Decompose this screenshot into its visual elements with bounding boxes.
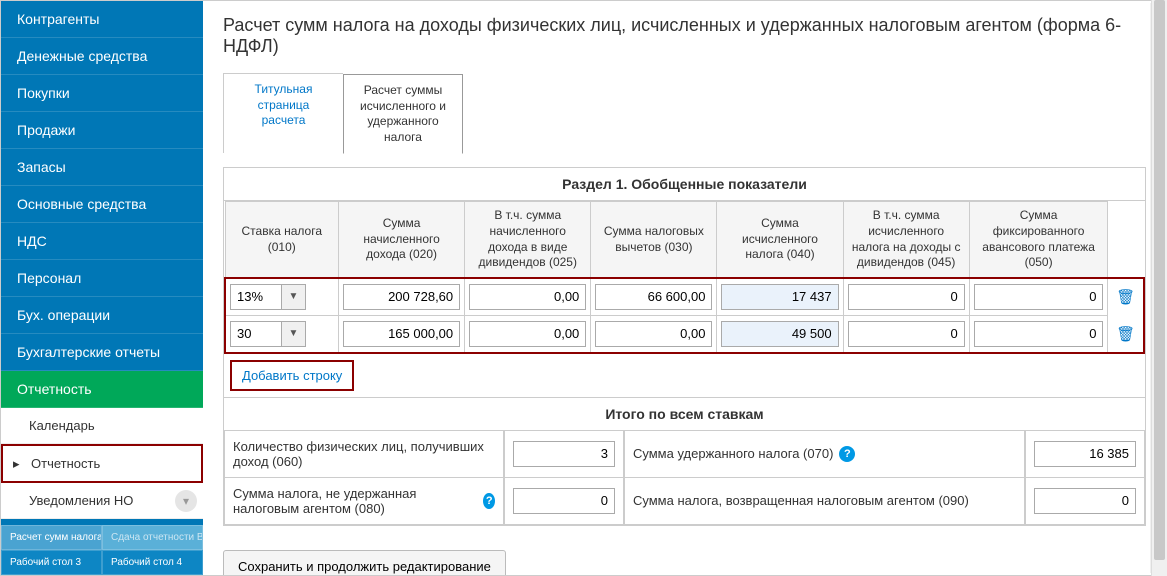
advance-input[interactable] [974, 284, 1104, 310]
div-income-input[interactable] [469, 321, 586, 347]
trash-icon[interactable]: 🗑 [1108, 278, 1144, 316]
income-input[interactable] [343, 321, 460, 347]
totals-title: Итого по всем ставкам [224, 397, 1145, 431]
section-1: Раздел 1. Обобщенные показатели Ставка н… [223, 167, 1146, 525]
col-rate: Ставка налога (010) [225, 202, 339, 278]
sub-notifications[interactable]: Уведомления НО ▾ [1, 483, 203, 519]
col-advance: Сумма фиксированного авансового платежа … [969, 202, 1108, 278]
rate-table: Ставка налога (010) Сумма начисленного д… [224, 201, 1145, 353]
totals-grid: Количество физических лиц, получивших до… [224, 431, 1145, 525]
nav-contractors[interactable]: Контрагенты [1, 1, 203, 38]
trash-icon[interactable]: 🗑 [1108, 315, 1144, 353]
table-row: ▼ 🗑 [225, 315, 1144, 353]
col-income: Сумма начисленного дохода (020) [339, 202, 465, 278]
label-returned: Сумма налога, возвращенная налоговым аге… [624, 478, 1025, 525]
rate-select[interactable]: ▼ [230, 321, 334, 347]
save-continue-button[interactable]: Сохранить и продолжить редактирование [223, 550, 506, 575]
bottom-tabs: Расчет сумм налога на Сдача отчетности В… [1, 525, 203, 575]
div-tax-input[interactable] [848, 321, 965, 347]
help-icon[interactable]: ? [839, 446, 855, 462]
nav-sales[interactable]: Продажи [1, 112, 203, 149]
outer-scrollbar[interactable] [1151, 0, 1167, 576]
nav-fixed-assets[interactable]: Основные средства [1, 186, 203, 223]
col-deductions: Сумма налоговых вычетов (030) [591, 202, 717, 278]
not-withheld-input[interactable] [513, 488, 615, 514]
bottom-tab-4[interactable]: Рабочий стол 4 [102, 550, 203, 575]
col-div-tax: В т.ч. сумма исчисленного налога на дохо… [843, 202, 969, 278]
persons-input[interactable] [513, 441, 615, 467]
table-row: ▼ 🗑 [225, 278, 1144, 316]
rate-input[interactable] [230, 284, 282, 310]
nav-purchases[interactable]: Покупки [1, 75, 203, 112]
tax-input[interactable] [721, 321, 838, 347]
bottom-tab-3[interactable]: Рабочий стол 3 [1, 550, 102, 575]
tax-input[interactable] [721, 284, 838, 310]
sub-calendar[interactable]: Календарь [1, 408, 203, 444]
chevron-down-icon[interactable]: ▼ [282, 284, 306, 310]
income-input[interactable] [343, 284, 460, 310]
label-withheld: Сумма удержанного налога (070)? [624, 431, 1025, 478]
div-tax-input[interactable] [848, 284, 965, 310]
outer-scrollbar-thumb[interactable] [1154, 0, 1165, 560]
rate-input[interactable] [230, 321, 282, 347]
nav-personnel[interactable]: Персонал [1, 260, 203, 297]
nav-accounting-reports[interactable]: Бухгалтерские отчеты [1, 334, 203, 371]
col-div-income: В т.ч. сумма начисленного дохода в виде … [465, 202, 591, 278]
label-not-withheld: Сумма налога, не удержанная налоговым аг… [224, 478, 504, 525]
add-row-button[interactable]: Добавить строку [230, 360, 354, 391]
page-title: Расчет сумм налога на доходы физических … [223, 15, 1146, 57]
tab-calc[interactable]: Расчет суммы исчисленного и удержанного … [343, 74, 463, 154]
section-1-title: Раздел 1. Обобщенные показатели [224, 168, 1145, 201]
returned-input[interactable] [1034, 488, 1136, 514]
bottom-tab-2[interactable]: Сдача отчетности Все [102, 525, 203, 550]
chevron-down-icon[interactable]: ▼ [282, 321, 306, 347]
main-content: Расчет сумм налога на доходы физических … [203, 1, 1166, 575]
nav-inventory[interactable]: Запасы [1, 149, 203, 186]
nav-cash[interactable]: Денежные средства [1, 38, 203, 75]
scroll-down-icon[interactable]: ▾ [175, 490, 197, 512]
deductions-input[interactable] [595, 321, 712, 347]
label-persons: Количество физических лиц, получивших до… [224, 431, 504, 478]
tab-title-page[interactable]: Титульная страница расчета [223, 73, 343, 153]
nav-vat[interactable]: НДС [1, 223, 203, 260]
withheld-input[interactable] [1034, 441, 1136, 467]
advance-input[interactable] [974, 321, 1104, 347]
nav-accounting-ops[interactable]: Бух. операции [1, 297, 203, 334]
col-tax: Сумма исчисленного налога (040) [717, 202, 843, 278]
sidebar: Контрагенты Денежные средства Покупки Пр… [1, 1, 203, 575]
tabs: Титульная страница расчета Расчет суммы … [223, 73, 1146, 153]
deductions-input[interactable] [595, 284, 712, 310]
rate-select[interactable]: ▼ [230, 284, 334, 310]
nav-reporting[interactable]: Отчетность [1, 371, 203, 408]
help-icon[interactable]: ? [483, 493, 495, 509]
bottom-tab-1[interactable]: Расчет сумм налога на [1, 525, 102, 550]
div-income-input[interactable] [469, 284, 586, 310]
sub-reporting[interactable]: Отчетность [1, 444, 203, 483]
